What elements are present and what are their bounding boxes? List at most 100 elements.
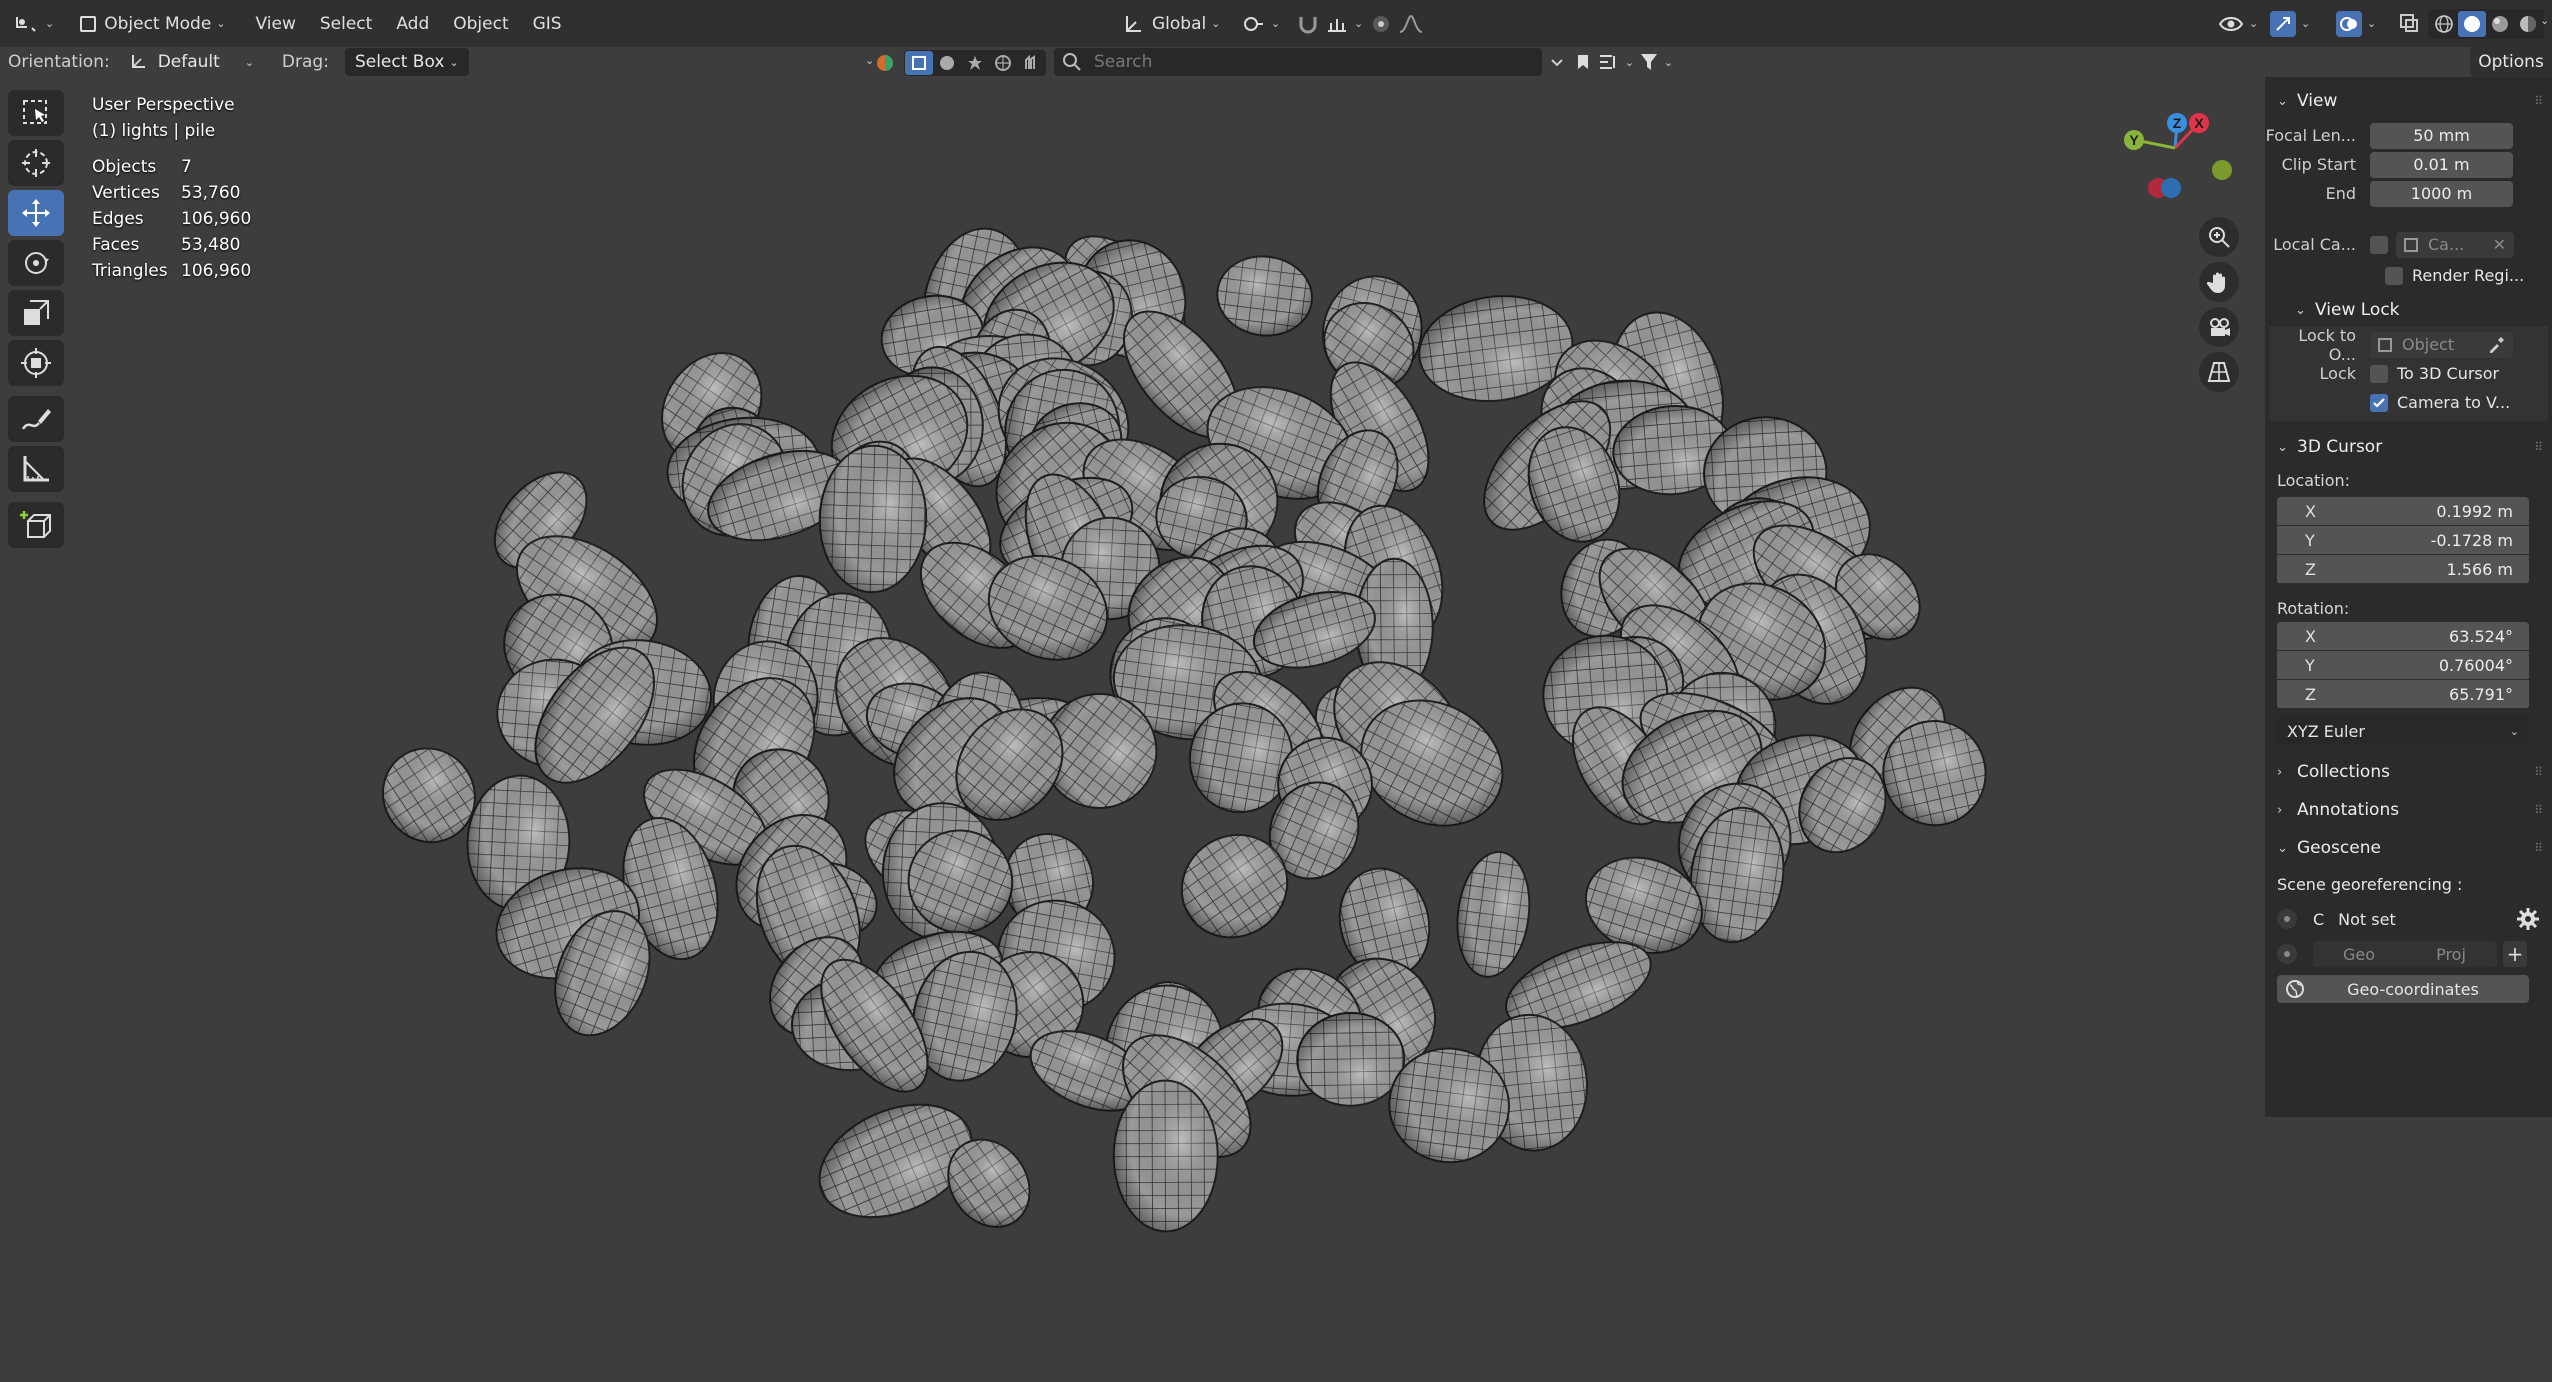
cursor-tool[interactable]	[8, 140, 64, 186]
pan-button[interactable]	[2199, 262, 2239, 302]
drag-handle-icon[interactable]: ⠿	[2534, 765, 2544, 779]
clip-end-row: End 1000 m	[2265, 179, 2552, 208]
menu-gis[interactable]: GIS	[521, 8, 574, 40]
drag-handle-icon[interactable]: ⠿	[2534, 803, 2544, 817]
gear-icon[interactable]	[2516, 907, 2540, 931]
scale-tool[interactable]	[8, 290, 64, 336]
crs-value: Not set	[2338, 909, 2396, 929]
rotation-y-value: 0.76004°	[2438, 655, 2513, 675]
transform-orientation-dropdown[interactable]: Global ⌄	[1110, 8, 1232, 40]
clip-end-field[interactable]: 1000 m	[2370, 180, 2513, 207]
select-object-filter-icon[interactable]	[905, 51, 933, 75]
rotation-y-field[interactable]: Y 0.76004°	[2277, 651, 2529, 679]
measure-tool[interactable]	[8, 446, 64, 492]
rendered-shading-icon[interactable]	[2514, 11, 2542, 37]
x-axis-label: X	[2194, 115, 2204, 131]
material-shading-icon[interactable]	[2486, 11, 2514, 37]
local-camera-checkbox[interactable]	[2370, 235, 2388, 254]
lock-to-object-field[interactable]: Object	[2370, 331, 2513, 358]
focal-length-row: Focal Len... 50 mm	[2265, 121, 2552, 150]
wireframe-shading-icon[interactable]	[2430, 11, 2458, 37]
filter-funnel-icon[interactable]: ⌄	[1636, 49, 1676, 75]
pivot-point-dropdown[interactable]: ⌄	[1230, 8, 1292, 40]
chevron-down-icon: ⌄	[2509, 724, 2519, 738]
rotation-x-field[interactable]: X 63.524°	[2277, 622, 2529, 650]
location-y-field[interactable]: Y -0.1728 m	[2277, 526, 2529, 554]
view-panel-header[interactable]: ⌄ View ⠿	[2265, 83, 2552, 119]
editor-type-icon[interactable]	[10, 9, 40, 39]
overlays-icon	[2336, 10, 2362, 37]
color-filter-icon[interactable]	[874, 52, 896, 74]
drag-handle-icon[interactable]: ⠿	[2534, 94, 2544, 108]
collections-panel-header[interactable]: › Collections ⠿	[2265, 753, 2552, 791]
rotate-tool[interactable]	[8, 240, 64, 286]
ortho-toggle-button[interactable]	[2199, 352, 2239, 392]
add-cube-tool[interactable]	[8, 502, 64, 548]
clip-start-field[interactable]: 0.01 m	[2370, 151, 2513, 178]
proj-button[interactable]: Proj	[2405, 941, 2497, 967]
camera-filter-icon[interactable]	[989, 51, 1017, 75]
bookmark-icon[interactable]	[1570, 49, 1596, 75]
transform-tool[interactable]	[8, 340, 64, 386]
chevron-down-icon[interactable]	[1544, 49, 1570, 75]
sort-dropdown-icon[interactable]: ⌄	[1596, 49, 1636, 75]
select-box-tool[interactable]	[8, 90, 64, 136]
crs-radio[interactable]	[2277, 909, 2297, 929]
mesh-filter-icon[interactable]	[933, 51, 961, 75]
geoscene-body: Scene georeferencing : C Not set Geo Pro…	[2265, 867, 2552, 1003]
focal-length-field[interactable]: 50 mm	[2370, 122, 2513, 149]
menu-object[interactable]: Object	[441, 8, 520, 40]
hand-icon	[2206, 272, 2225, 293]
solid-shading-icon[interactable]	[2458, 11, 2486, 37]
to-cursor-checkbox[interactable]	[2370, 364, 2388, 383]
geoscene-panel-header[interactable]: ⌄ Geoscene ⠿	[2265, 829, 2552, 867]
geo-button[interactable]: Geo	[2313, 941, 2405, 967]
camera-view-button[interactable]	[2199, 307, 2239, 347]
rotation-mode-dropdown[interactable]: XYZ Euler ⌄	[2277, 717, 2529, 745]
drag-handle-icon[interactable]: ⠿	[2534, 841, 2544, 855]
eyedropper-icon[interactable]	[2487, 336, 2505, 354]
lock-to-object-row: Lock to O... Object	[2269, 326, 2548, 364]
rotation-z-field[interactable]: Z 65.791°	[2277, 680, 2529, 708]
cursor-panel-header[interactable]: ⌄ 3D Cursor ⠿	[2265, 429, 2552, 465]
gizmo-toggle[interactable]: ⌄	[2258, 8, 2322, 40]
chevron-down-icon[interactable]: ⌄	[2540, 14, 2549, 27]
stat-row-triangles: Triangles 106,960	[92, 258, 251, 284]
xray-toggle-icon[interactable]	[2394, 8, 2424, 38]
annotations-panel-header[interactable]: › Annotations ⠿	[2265, 791, 2552, 829]
drag-dropdown[interactable]: Select Box ⌄	[344, 48, 469, 76]
navigation-gizmo[interactable]: Z X Y	[2115, 100, 2245, 210]
eye-icon	[2218, 16, 2244, 31]
rotation-mode-value: XYZ Euler	[2287, 721, 2365, 741]
render-region-checkbox[interactable]	[2385, 266, 2403, 285]
orientation-dropdown[interactable]: Default ⌄	[120, 48, 262, 76]
zoom-button[interactable]	[2199, 217, 2239, 257]
location-z-field[interactable]: Z 1.566 m	[2277, 555, 2529, 583]
overlays-toggle[interactable]: ⌄	[2324, 8, 2388, 40]
camera-to-view-checkbox[interactable]	[2370, 393, 2388, 412]
add-icon[interactable]: +	[2503, 941, 2527, 967]
other-filter-icon[interactable]	[1017, 51, 1045, 75]
neg-y-axis-handle[interactable]	[2212, 160, 2232, 180]
mode-selector[interactable]: Object Mode ⌄	[68, 8, 237, 40]
search-field[interactable]: Search	[1054, 48, 1542, 76]
move-tool[interactable]	[8, 190, 64, 236]
geo-coordinates-button[interactable]: Geo-coordinates	[2277, 975, 2529, 1003]
menu-add[interactable]: Add	[384, 8, 441, 40]
tool-shelf	[8, 90, 68, 552]
menu-select[interactable]: Select	[308, 8, 384, 40]
location-x-field[interactable]: X 0.1992 m	[2277, 497, 2529, 525]
drag-handle-icon[interactable]: ⠿	[2534, 440, 2544, 454]
local-camera-field[interactable]: Ca... ✕	[2396, 231, 2514, 258]
options-button[interactable]: Options	[2470, 47, 2552, 77]
menu-view[interactable]: View	[244, 8, 308, 40]
annotate-tool[interactable]	[8, 396, 64, 442]
geo-radio[interactable]	[2277, 944, 2297, 964]
view-lock-panel-header[interactable]: ⌄ View Lock	[2265, 294, 2552, 326]
neg-z-axis-handle[interactable]	[2161, 178, 2181, 198]
chevron-down-icon[interactable]: ⌄	[865, 54, 874, 67]
proportional-editing-toggle[interactable]	[1358, 8, 1436, 40]
light-filter-icon[interactable]	[961, 51, 989, 75]
stat-value: 53,480	[181, 235, 241, 255]
close-icon[interactable]: ✕	[2493, 235, 2506, 254]
